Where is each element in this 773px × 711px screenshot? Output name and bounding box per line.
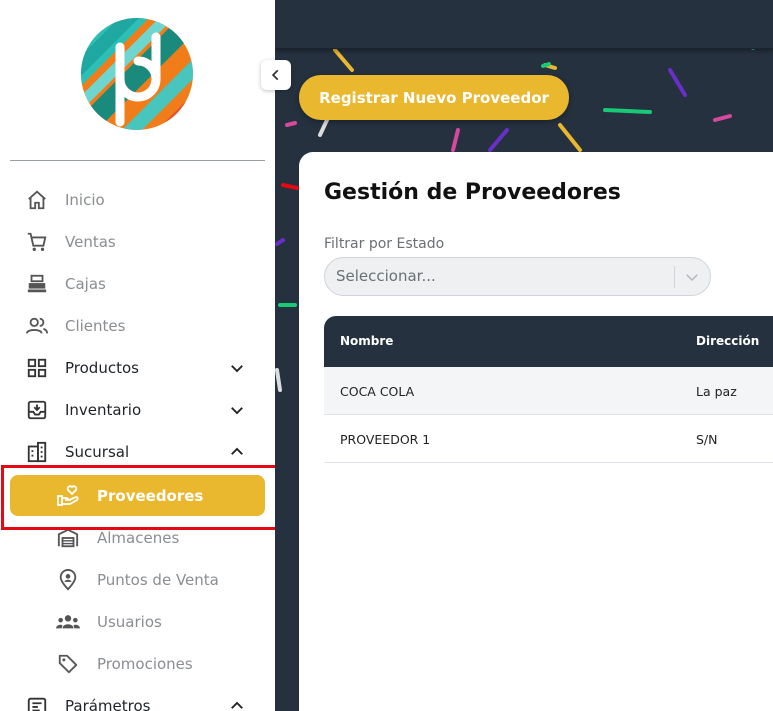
table-row[interactable]: PROVEEDOR 1 S/N [324,415,773,463]
building-icon [25,440,49,464]
sidebar-subitem-proveedores[interactable]: Proveedores [10,475,265,516]
sidebar-item-parametros[interactable]: Parámetros [0,685,275,711]
sidebar-item-label: Parámetros [65,697,151,711]
column-header-nombre[interactable]: Nombre [340,334,393,348]
sidebar-item-ventas[interactable]: Ventas [0,221,275,263]
filter-label: Filtrar por Estado [324,236,445,252]
chevron-down-icon [686,274,698,282]
tag-icon [56,652,80,676]
inventory-icon [25,398,49,422]
chevron-left-icon [271,69,279,81]
chevron-down-icon [231,365,243,373]
sidebar-item-label: Productos [65,359,139,377]
suppliers-table: Nombre Dirección COCA COLA La paz PROVEE… [324,316,773,463]
chevron-up-icon [231,447,243,455]
sidebar-item-sucursal[interactable]: Sucursal [0,431,275,473]
cash-register-icon [25,272,49,296]
settings-list-icon [25,694,49,711]
sidebar-subitem-promociones[interactable]: Promociones [0,643,275,685]
card-content: Gestión de Proveedores Filtrar por Estad… [275,0,773,711]
sidebar-item-label: Promociones [97,655,193,673]
chevron-down-icon [231,407,243,415]
select-separator [674,266,675,288]
sidebar-item-clientes[interactable]: Clientes [0,305,275,347]
status-filter-select[interactable]: Seleccionar... [324,257,711,296]
sidebar-item-inventario[interactable]: Inventario [0,389,275,431]
table-row[interactable]: COCA COLA La paz [324,367,773,415]
sidebar-item-cajas[interactable]: Cajas [0,263,275,305]
sidebar-divider [10,160,265,161]
sidebar: Inicio Ventas Cajas Clientes Productos I… [0,0,282,711]
sidebar-subitem-usuarios[interactable]: Usuarios [0,601,275,643]
chevron-up-icon [231,701,243,709]
home-icon [25,188,49,212]
sidebar-subitem-puntos-de-venta[interactable]: Puntos de Venta [0,559,275,601]
page-title: Gestión de Proveedores [324,180,621,205]
cell-nombre: COCA COLA [340,384,415,399]
cell-direccion: La paz [696,384,737,399]
sidebar-item-label: Ventas [65,233,116,251]
table-header: Nombre Dirección [324,316,773,367]
sidebar-item-label: Sucursal [65,443,130,461]
cart-icon [25,230,49,254]
sidebar-item-productos[interactable]: Productos [0,347,275,389]
hand-heart-icon [56,484,80,508]
sidebar-item-label: Almacenes [97,529,180,547]
column-header-direccion[interactable]: Dirección [696,334,759,348]
select-placeholder: Seleccionar... [336,267,436,285]
sidebar-item-label: Inventario [65,401,142,419]
sidebar-item-label: Clientes [65,317,126,335]
cell-direccion: S/N [696,432,718,447]
location-pin-icon [56,568,80,592]
sidebar-subitem-almacenes[interactable]: Almacenes [0,517,275,559]
app-logo [81,18,193,130]
warehouse-icon [56,526,80,550]
sidebar-item-label: Cajas [65,275,106,293]
sidebar-item-label: Puntos de Venta [97,571,219,589]
collapse-sidebar-button[interactable] [261,60,291,90]
sidebar-item-label: Proveedores [97,486,204,505]
sidebar-item-label: Inicio [65,191,105,209]
sidebar-item-label: Usuarios [97,613,162,631]
group-icon [56,610,80,634]
sidebar-item-inicio[interactable]: Inicio [0,179,275,221]
grid-icon [25,356,49,380]
cell-nombre: PROVEEDOR 1 [340,432,431,447]
users-icon [25,314,49,338]
